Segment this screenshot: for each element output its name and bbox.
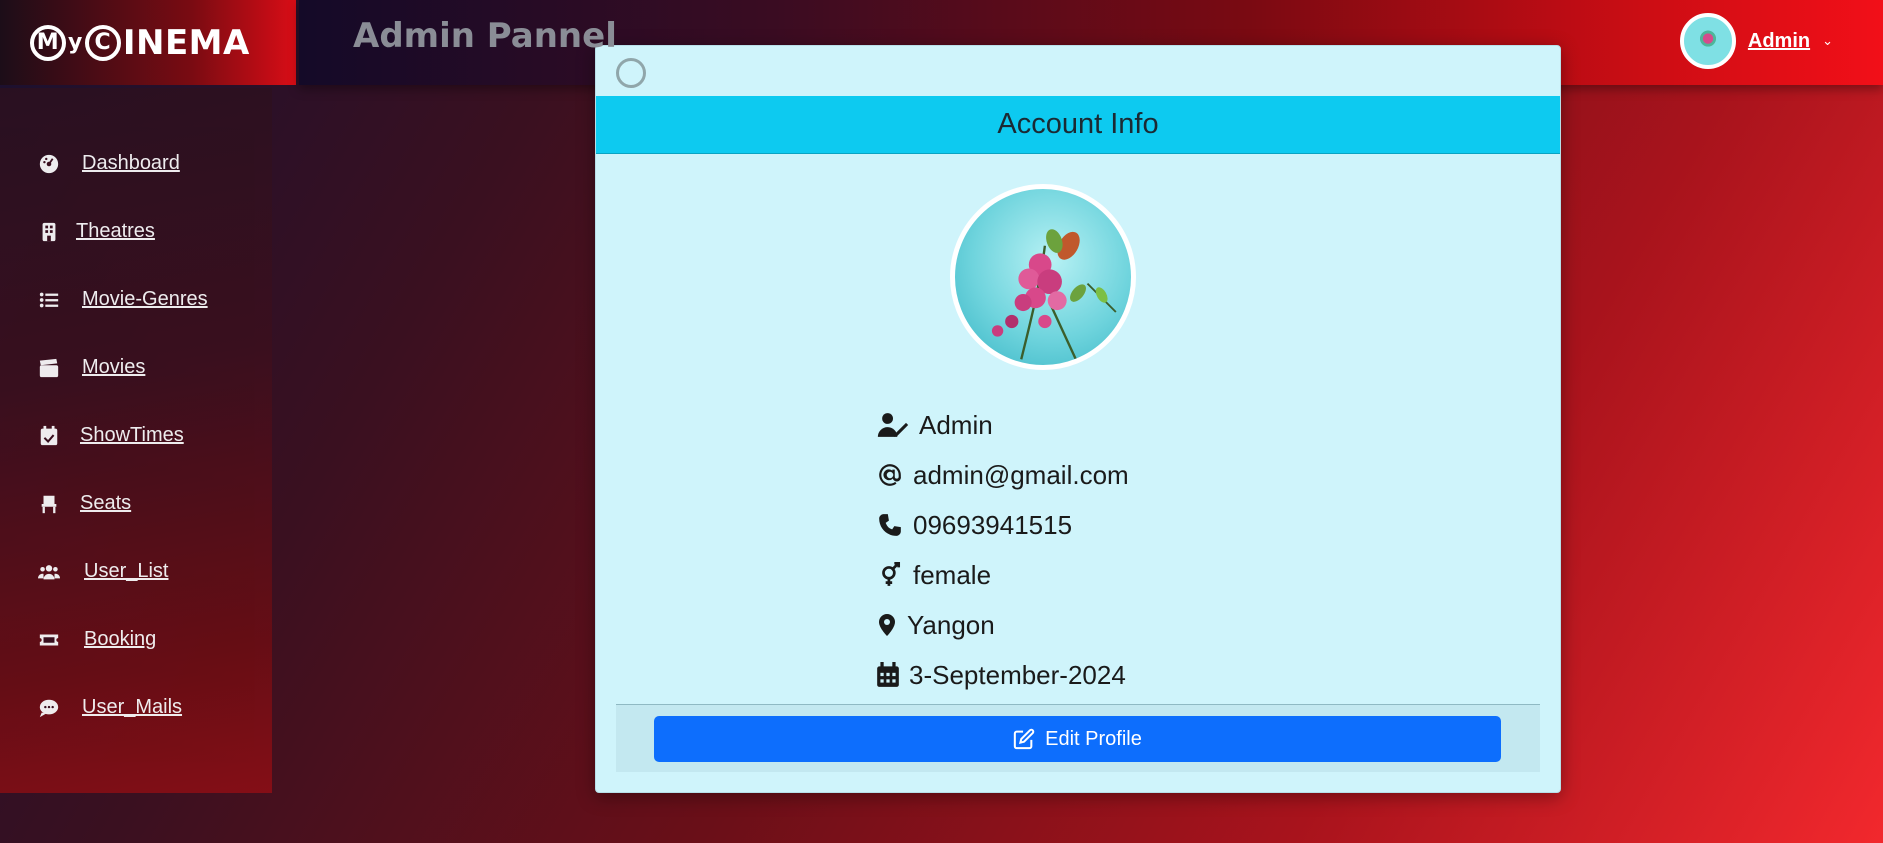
info-date-row: 3-September-2024 — [875, 650, 1129, 700]
info-gender-row: female — [875, 550, 1129, 600]
logo-m-circle-icon: M — [30, 24, 66, 61]
users-icon — [36, 561, 62, 583]
modal-header: Account Info — [596, 96, 1560, 154]
info-location-value: Yangon — [907, 609, 995, 640]
edit-profile-label: Edit Profile — [1045, 727, 1142, 750]
sidebar-item-label: User_Mails — [82, 696, 183, 718]
profile-picture — [950, 184, 1136, 370]
sidebar-item-seats[interactable]: Seats — [36, 492, 131, 515]
brand-logo[interactable]: M y C INEMA — [0, 0, 296, 85]
info-email-row: admin@gmail.com — [875, 450, 1129, 500]
sidebar-item-movies[interactable]: Movies — [36, 356, 145, 379]
sidebar-item-user-mails[interactable]: User_Mails — [36, 696, 182, 719]
sidebar-item-showtimes[interactable]: ShowTimes — [36, 424, 184, 447]
chair-icon — [36, 493, 62, 515]
sidebar: Dashboard Theatres Movie-Genres Movies S… — [0, 88, 272, 793]
chat-icon — [36, 697, 62, 719]
logo-c-circle-icon: C — [84, 24, 121, 61]
sidebar-item-user-list[interactable]: User_List — [36, 560, 168, 583]
sidebar-item-label: Movie-Genres — [82, 288, 208, 310]
calendar-icon — [875, 661, 901, 689]
info-date-value: 3-September-2024 — [909, 659, 1126, 690]
sidebar-item-label: User_List — [84, 560, 169, 582]
ticket-icon — [36, 629, 62, 651]
user-name-link[interactable]: Admin — [1748, 30, 1810, 53]
map-pin-icon — [875, 611, 899, 639]
chevron-down-icon[interactable]: ⌄ — [1822, 33, 1833, 49]
sidebar-item-label: Dashboard — [82, 152, 180, 174]
sidebar-item-movie-genres[interactable]: Movie-Genres — [36, 288, 208, 311]
edit-profile-button[interactable]: Edit Profile — [654, 716, 1501, 762]
flower-image-icon — [991, 229, 1117, 365]
info-location-row: Yangon — [875, 600, 1129, 650]
info-email-value: admin@gmail.com — [913, 459, 1129, 490]
sidebar-item-label: Booking — [84, 628, 157, 650]
sidebar-item-dashboard[interactable]: Dashboard — [36, 152, 180, 175]
calendar-check-icon — [36, 425, 62, 447]
gender-icon — [875, 561, 905, 589]
info-name-row: Admin — [875, 400, 1129, 450]
logo-y-icon: y — [68, 29, 83, 55]
info-phone-row: 09693941515 — [875, 500, 1129, 550]
account-info-list: Admin admin@gmail.com 09693941515 female… — [875, 400, 1129, 700]
user-avatar[interactable] — [1679, 13, 1736, 69]
edit-icon — [1013, 728, 1035, 750]
modal-title: Account Info — [997, 108, 1159, 140]
building-icon — [36, 221, 62, 243]
sidebar-item-theatres[interactable]: Theatres — [36, 220, 155, 243]
at-icon — [875, 461, 905, 489]
account-info-modal: Account Info Admin admin@gmail.com 09693… — [595, 45, 1561, 793]
sidebar-item-label: Seats — [80, 492, 132, 514]
info-phone-value: 09693941515 — [913, 509, 1073, 540]
user-menu[interactable]: Admin ⌄ — [1679, 13, 1833, 69]
phone-icon — [875, 511, 905, 539]
list-icon — [36, 289, 62, 311]
sidebar-item-label: Theatres — [76, 220, 155, 242]
dashboard-icon — [36, 153, 62, 175]
logo-wordmark: INEMA — [122, 22, 250, 63]
sidebar-item-label: Movies — [82, 356, 146, 378]
info-gender-value: female — [913, 559, 992, 590]
info-name-value: Admin — [919, 409, 993, 440]
close-icon[interactable] — [616, 58, 646, 88]
modal-footer: Edit Profile — [616, 704, 1540, 772]
user-edit-icon — [875, 411, 911, 439]
page-title: Admin Pannel — [353, 16, 617, 56]
clapperboard-icon — [36, 357, 62, 379]
sidebar-item-label: ShowTimes — [80, 424, 184, 446]
sidebar-item-booking[interactable]: Booking — [36, 628, 156, 651]
